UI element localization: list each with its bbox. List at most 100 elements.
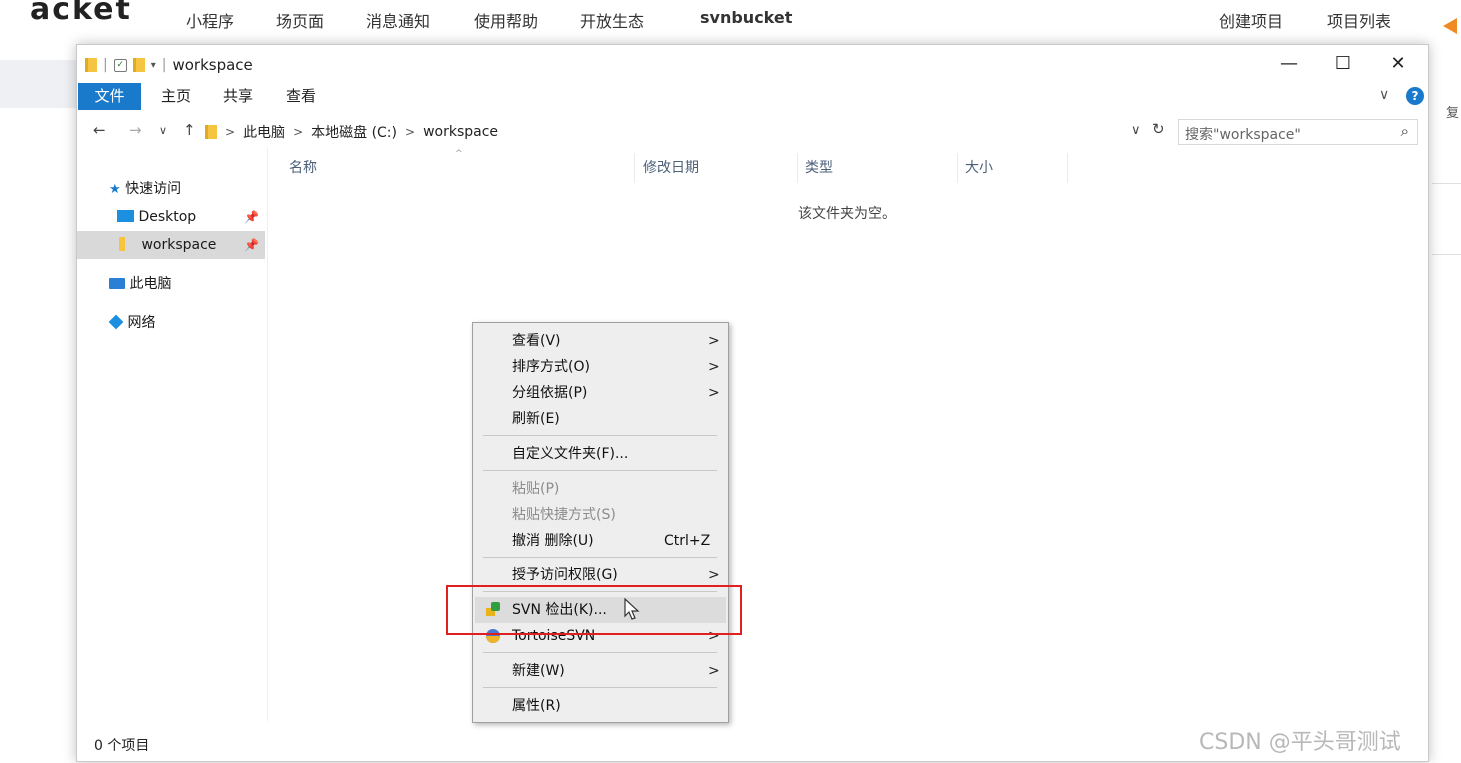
context-menu: 查看(V) > 排序方式(O) > 分组依据(P) > 刷新(E) 自定义文件夹… (472, 322, 729, 723)
menu-item-undo-delete[interactable]: 撤消 删除(U) Ctrl+Z (475, 528, 726, 554)
breadcrumb-separator: > (225, 125, 236, 139)
nav-quick-access-label: 快速访问 (125, 181, 182, 197)
status-bar-item-count: 0 个项目 (94, 738, 150, 754)
menu-separator (483, 470, 717, 471)
address-dropdown-button[interactable]: ∨ (1131, 123, 1141, 138)
nav-quick-access[interactable]: ★ 快速访问 (77, 175, 265, 203)
address-bar[interactable]: > 此电脑 > 本地磁盘 (C:) > workspace (205, 120, 498, 144)
toolbar-separator: | (103, 57, 108, 73)
background-nav-item[interactable]: 场页面 (276, 8, 324, 32)
menu-item-label: 新建(W) (512, 663, 565, 679)
pin-icon: 📌 (244, 210, 259, 224)
minimize-button[interactable]: — (1266, 51, 1312, 77)
column-header-type[interactable]: 类型 (805, 157, 833, 177)
nav-item-workspace[interactable]: workspace 📌 (77, 231, 265, 259)
expand-ribbon-icon[interactable]: ∨ (1379, 87, 1389, 103)
up-button[interactable]: ↑ (183, 121, 196, 139)
background-nav-item[interactable]: svnbucket (700, 8, 792, 27)
menu-item-properties[interactable]: 属性(R) (475, 693, 726, 719)
column-divider[interactable] (957, 153, 958, 183)
breadcrumb-this-pc[interactable]: 此电脑 (243, 122, 285, 142)
menu-item-paste-shortcut[interactable]: 粘贴快捷方式(S) (475, 502, 726, 528)
column-divider[interactable] (1067, 153, 1068, 183)
column-header-date[interactable]: 修改日期 (643, 157, 699, 177)
tab-home[interactable]: 主页 (161, 83, 191, 110)
search-icon[interactable]: ⌕ (1401, 122, 1409, 140)
column-divider[interactable] (634, 153, 635, 183)
breadcrumb-separator: > (293, 125, 304, 139)
window-title: workspace (172, 56, 253, 74)
menu-item-customize-folder[interactable]: 自定义文件夹(F)... (475, 441, 726, 467)
maximize-button[interactable]: ☐ (1320, 51, 1366, 77)
menu-item-sort-by[interactable]: 排序方式(O) > (475, 354, 726, 380)
background-nav-item[interactable]: 项目列表 (1327, 8, 1391, 32)
menu-item-paste[interactable]: 粘贴(P) (475, 476, 726, 502)
menu-separator (483, 687, 717, 688)
nav-this-pc[interactable]: 此电脑 (77, 270, 265, 298)
submenu-arrow-icon: > (708, 359, 720, 375)
tab-file[interactable]: 文件 (78, 83, 141, 110)
submenu-arrow-icon: > (708, 663, 720, 679)
properties-icon[interactable]: ✓ (113, 58, 127, 72)
menu-item-label: 撤消 删除(U) (512, 533, 594, 549)
column-header-name[interactable]: 名称 (289, 157, 317, 177)
nav-item-label: Desktop (138, 209, 197, 225)
ribbon-tabs: 文件 主页 共享 查看 ∨ ? (77, 83, 1428, 111)
new-folder-icon[interactable] (132, 58, 145, 72)
column-divider[interactable] (797, 153, 798, 183)
menu-item-group-by[interactable]: 分组依据(P) > (475, 380, 726, 406)
menu-item-label: 属性(R) (512, 698, 561, 714)
menu-item-label: 粘贴快捷方式(S) (512, 507, 616, 523)
menu-item-label: 刷新(E) (512, 411, 560, 427)
background-nav-item[interactable]: 开放生态 (580, 8, 644, 32)
sort-ascending-icon: ^ (455, 149, 463, 159)
menu-item-new[interactable]: 新建(W) > (475, 658, 726, 684)
close-button[interactable]: ✕ (1375, 51, 1421, 77)
help-icon[interactable]: ? (1406, 87, 1424, 105)
menu-item-refresh[interactable]: 刷新(E) (475, 406, 726, 432)
folder-icon (205, 125, 217, 139)
computer-icon (109, 278, 125, 289)
folder-icon[interactable] (85, 58, 97, 72)
recent-locations-button[interactable]: ∨ (159, 124, 167, 137)
submenu-arrow-icon: > (708, 385, 720, 401)
back-button[interactable]: ← (93, 121, 106, 139)
background-top-nav: acket 小程序 场页面 消息通知 使用帮助 开放生态 svnbucket 创… (0, 0, 1461, 40)
watermark: CSDN @平头哥测试 (1199, 730, 1401, 755)
divider (1432, 183, 1461, 184)
nav-network-label: 网络 (127, 315, 156, 331)
menu-item-shortcut: Ctrl+Z (664, 533, 711, 549)
menu-item-label: 查看(V) (512, 333, 561, 349)
background-nav-item[interactable]: 小程序 (186, 8, 234, 32)
background-nav-item[interactable]: 创建项目 (1219, 8, 1283, 32)
navigation-pane: ★ 快速访问 Desktop 📌 workspace 📌 此电脑 网络 (77, 147, 268, 721)
breadcrumb-local-disk[interactable]: 本地磁盘 (C:) (311, 122, 397, 142)
nav-item-desktop[interactable]: Desktop 📌 (77, 203, 265, 231)
background-nav-item[interactable]: 消息通知 (366, 8, 430, 32)
background-nav-item[interactable]: 使用帮助 (474, 8, 538, 32)
submenu-arrow-icon: > (708, 333, 720, 349)
background-right-text: 复 (1446, 106, 1460, 121)
menu-item-label: 分组依据(P) (512, 385, 588, 401)
empty-folder-message: 该文件夹为空。 (798, 206, 896, 222)
refresh-button[interactable]: ↻ (1152, 120, 1165, 138)
background-right-panel: 复 (1432, 86, 1461, 126)
customize-toolbar-icon[interactable]: ▾ (151, 60, 156, 71)
background-left-strip (0, 60, 76, 108)
search-box[interactable]: 搜索"workspace" ⌕ (1178, 119, 1418, 145)
breadcrumb-separator: > (405, 125, 416, 139)
divider (1432, 254, 1461, 255)
menu-separator (483, 652, 717, 653)
tab-view[interactable]: 查看 (286, 83, 316, 110)
nav-network[interactable]: 网络 (77, 309, 265, 337)
search-input[interactable]: 搜索"workspace" (1185, 124, 1301, 144)
column-header-size[interactable]: 大小 (965, 157, 993, 177)
highlight-annotation-box (446, 585, 742, 635)
address-row: ← → ∨ ↑ > 此电脑 > 本地磁盘 (C:) > workspace ∨ … (77, 117, 1428, 147)
breadcrumb-workspace[interactable]: workspace (423, 124, 498, 140)
forward-button[interactable]: → (129, 121, 142, 139)
menu-item-label: 自定义文件夹(F)... (512, 446, 629, 462)
tab-share[interactable]: 共享 (223, 83, 253, 110)
title-bar: | ✓ ▾ | workspace — ☐ ✕ (77, 45, 1428, 83)
menu-item-view[interactable]: 查看(V) > (475, 328, 726, 354)
